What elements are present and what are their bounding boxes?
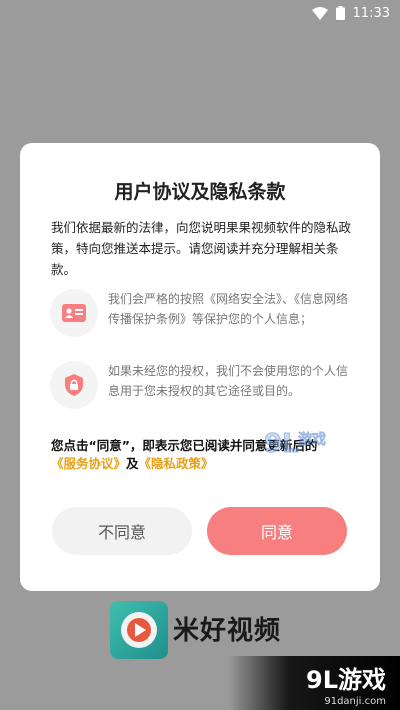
app-name: 米好视频 [173, 616, 282, 646]
and-text: 及 [126, 456, 139, 471]
lock-icon [50, 361, 98, 409]
watermark-logo: 9L 游戏 [260, 418, 340, 468]
svg-text:游戏: 游戏 [298, 431, 326, 448]
terms-link[interactable]: 《服务协议》 [51, 456, 126, 471]
disagree-button[interactable]: 不同意 [52, 507, 192, 555]
privacy-dialog: 用户协议及隐私条款 我们依据最新的法律，向您说明果果视频软件的隐私政策，特向您推… [20, 143, 380, 591]
privacy-item-text: 我们会严格的按照《网络安全法》、《信息网络传播保护条例》等保护您的个人信息； [108, 292, 349, 326]
status-bar: 11:33 [0, 0, 400, 26]
dialog-title: 用户协议及隐私条款 [114, 181, 286, 203]
app-logo [110, 601, 168, 659]
privacy-item-law: 我们会严格的按照《网络安全法》、《信息网络传播保护条例》等保护您的个人信息； [50, 289, 360, 337]
privacy-item-consent: 如果未经您的授权，我们不会使用您的个人信息用于您未授权的其它途径或目的。 [50, 361, 360, 409]
agree-button[interactable]: 同意 [207, 507, 347, 555]
privacy-policy-link[interactable]: 《隐私政策》 [139, 456, 214, 471]
id-card-icon [50, 289, 98, 337]
corner-watermark-site: 91danji.com [324, 696, 386, 707]
privacy-item-text: 如果未经您的授权，我们不会使用您的个人信息用于您未授权的其它途径或目的。 [108, 364, 349, 398]
wifi-icon [311, 6, 328, 20]
battery-icon [335, 6, 345, 20]
status-time: 11:33 [352, 5, 390, 21]
svg-text:9L: 9L [264, 429, 299, 459]
dialog-intro: 我们依据最新的法律，向您说明果果视频软件的隐私政策，特向您推送本提示。请您阅读并… [51, 220, 352, 277]
corner-watermark-logo: 9L游戏 [306, 666, 386, 694]
corner-watermark: 9L游戏 91danji.com [228, 656, 400, 710]
